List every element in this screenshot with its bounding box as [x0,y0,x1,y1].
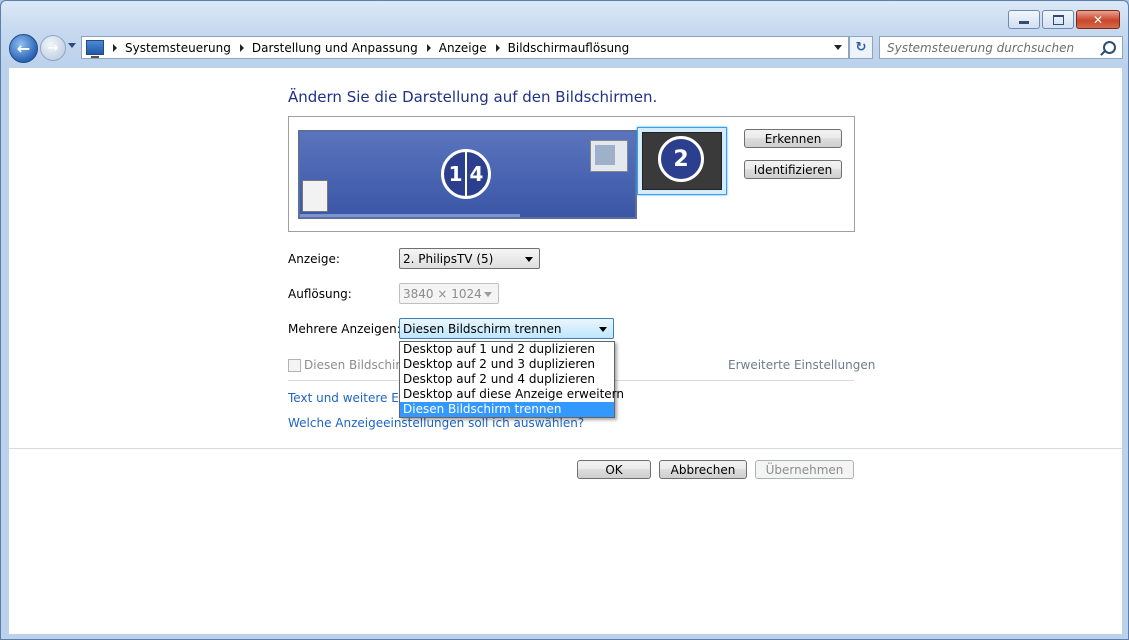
minimize-button[interactable] [1008,10,1040,29]
resolution-select-value: 3840 × 1024 [403,286,482,301]
maximize-button[interactable] [1042,10,1074,29]
monitor-1-4[interactable]: 1 4 [298,130,637,219]
maximize-icon [1043,11,1073,28]
monitor-4-label: 4 [469,162,484,186]
monitor-2-selected[interactable]: 2 [637,127,727,195]
identify-button[interactable]: Identifizieren [744,160,842,179]
close-icon: ✕ [1092,12,1104,27]
breadcrumb-separator-icon[interactable] [495,43,500,52]
multiple-displays-label: Mehrere Anzeigen: [288,322,401,336]
identify-button-label: Identifizieren [753,162,833,177]
breadcrumb-bildschirmaufloesung[interactable]: Bildschirmauflösung [508,41,630,55]
address-dropdown-icon[interactable] [834,45,842,50]
breadcrumb-separator-icon[interactable] [113,43,117,52]
text-size-link[interactable]: Text und weitere Elen [288,391,417,405]
main-display-checkbox[interactable] [288,359,301,372]
resolution-select: 3840 × 1024 [399,283,499,304]
chevron-down-icon [484,292,492,297]
dropdown-option[interactable]: Desktop auf 2 und 3 duplizieren [400,357,614,372]
back-button[interactable]: ← [9,34,38,63]
display-label: Anzeige: [288,252,340,266]
chevron-down-icon [599,327,607,332]
multiple-displays-select-value: Diesen Bildschirm trennen [403,321,562,336]
cancel-button-label: Abbrechen [670,462,736,477]
dropdown-option[interactable]: Desktop auf 2 und 4 duplizieren [400,372,614,387]
refresh-button[interactable]: ↻ [849,36,873,59]
mini-taskbar [300,214,520,217]
footer-divider [9,448,1122,449]
help-link[interactable]: Welche Anzeigeeinstellungen soll ich aus… [288,416,584,430]
control-panel-icon [86,40,104,58]
breadcrumb-darstellung[interactable]: Darstellung und Anpassung [252,41,418,55]
chevron-down-icon [525,257,533,262]
control-panel-window: ✕ ← → Systemsteuerung Darstellung und An… [0,0,1129,640]
breadcrumb-separator-icon[interactable] [239,43,244,52]
ok-button-label: OK [605,462,623,477]
monitor-2-label: 2 [673,146,689,172]
close-button[interactable]: ✕ [1076,10,1120,29]
recent-pages-dropdown-icon[interactable] [68,43,76,48]
breadcrumb-separator-icon[interactable] [426,43,431,52]
dropdown-option[interactable]: Desktop auf 1 und 2 duplizieren [400,342,614,357]
dropdown-option-selected[interactable]: Diesen Bildschirm trennen [400,402,614,417]
search-box[interactable]: Systemsteuerung durchsuchen [879,36,1123,59]
navigation-bar: ← → Systemsteuerung Darstellung und Anpa… [9,34,1123,63]
ok-button[interactable]: OK [577,460,651,479]
mini-window-thumbnail [590,140,628,172]
apply-button-label: Übernehmen [765,462,844,477]
advanced-settings-link[interactable]: Erweiterte Einstellungen [728,358,875,372]
monitor-1-label: 1 [448,162,463,186]
display-select-value: 2. PhilipsTV (5) [403,251,494,266]
mini-sidebar-thumbnail [302,180,328,212]
monitor-number-badge: 1 4 [441,149,491,199]
detect-button-label: Erkennen [764,131,822,146]
caption-buttons: ✕ [1008,10,1120,29]
breadcrumb-anzeige[interactable]: Anzeige [439,41,487,55]
refresh-icon: ↻ [855,40,867,55]
search-input[interactable]: Systemsteuerung durchsuchen [887,41,1074,55]
display-select[interactable]: 2. PhilipsTV (5) [399,248,540,269]
forward-button[interactable]: → [40,35,66,61]
content-pane: Ändern Sie die Darstellung auf den Bilds… [9,67,1122,634]
resolution-label: Auflösung: [288,287,352,301]
main-display-checkbox-label: Diesen Bildschirm [304,358,412,372]
back-arrow-icon: ← [16,39,31,58]
apply-button: Übernehmen [755,460,854,479]
dropdown-option[interactable]: Desktop auf diese Anzeige erweitern [400,387,624,402]
breadcrumb-systemsteuerung[interactable]: Systemsteuerung [125,41,231,55]
monitor-2: 2 [642,132,722,190]
multiple-displays-dropdown-list[interactable]: Desktop auf 1 und 2 duplizieren Desktop … [399,341,624,418]
page-title: Ändern Sie die Darstellung auf den Bilds… [288,88,658,106]
detect-button[interactable]: Erkennen [744,129,842,148]
address-bar[interactable]: Systemsteuerung Darstellung und Anpassun… [81,36,849,59]
monitor-arrangement: 1 4 2 Erkennen Identifizieren [288,116,855,232]
search-icon[interactable] [1103,41,1116,54]
monitor-number-badge: 2 [658,136,704,182]
cancel-button[interactable]: Abbrechen [659,460,747,479]
minimize-icon [1009,11,1039,28]
multiple-displays-select[interactable]: Diesen Bildschirm trennen [399,318,614,339]
forward-arrow-icon: → [47,40,59,56]
